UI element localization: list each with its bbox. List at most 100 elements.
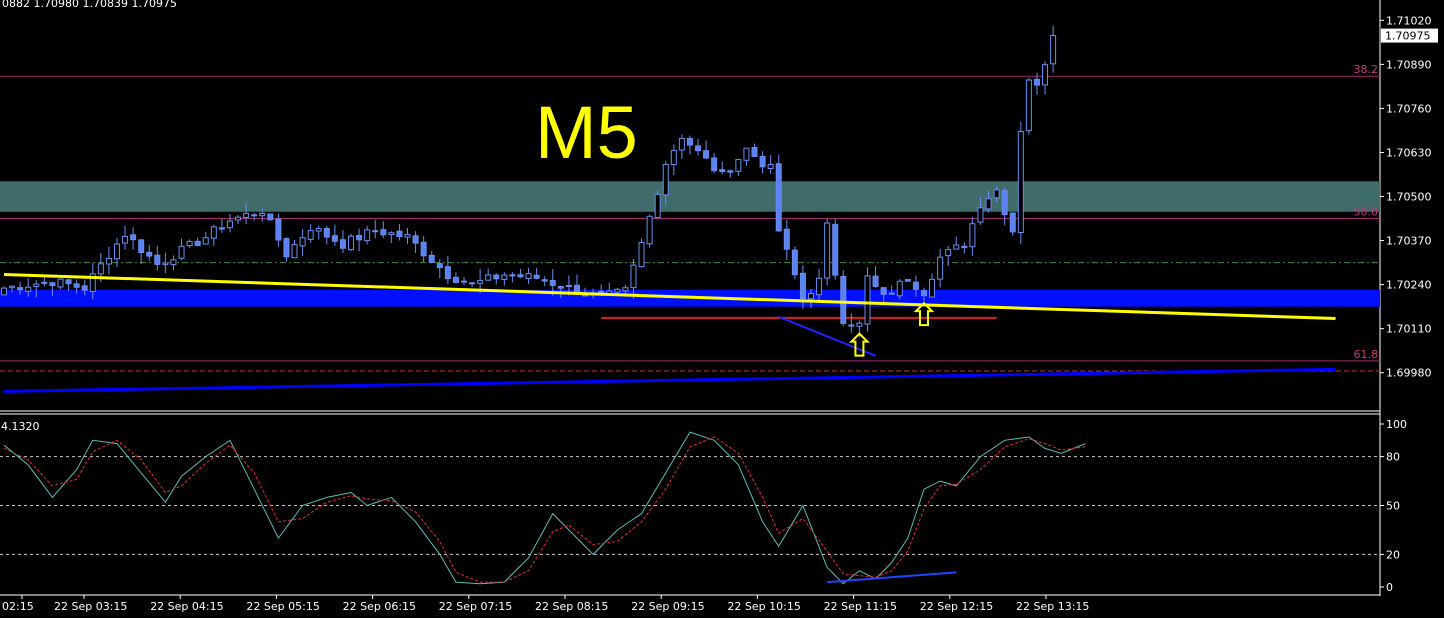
candle-body [436, 263, 443, 269]
candle-body [299, 237, 306, 247]
candle-body [1001, 190, 1008, 216]
time-tick-label: 22 Sep 03:15 [54, 600, 127, 613]
candle-body [162, 262, 169, 266]
candle-body [1042, 64, 1049, 86]
candle-body [452, 276, 459, 283]
indicator-layer [0, 431, 1380, 585]
candle-body [138, 239, 145, 254]
time-tick-label: 22 Sep 11:15 [824, 600, 897, 613]
candle-body [57, 278, 64, 288]
candle-body [743, 147, 750, 161]
indicator-tick-label: 80 [1386, 451, 1400, 464]
candle-body [695, 145, 702, 152]
candle-body [856, 322, 863, 327]
candle-body [307, 230, 314, 240]
candle-body [65, 279, 72, 285]
price-tick-label: 1.70240 [1386, 279, 1432, 292]
candle-body [105, 257, 112, 265]
price-tick-label: 1.71020 [1386, 14, 1432, 27]
candle-body [783, 228, 790, 250]
candle-body [533, 274, 540, 279]
candle-body [218, 227, 225, 230]
candle-body [283, 238, 290, 258]
candle-body [348, 235, 355, 251]
candle-body [646, 215, 653, 245]
candle-body [678, 137, 685, 151]
stochastic-signal-line [3, 436, 1086, 583]
candle-body [267, 213, 274, 221]
candle-body [444, 266, 451, 280]
candle-body [638, 242, 645, 268]
candle-body [170, 259, 177, 266]
candle-body [953, 244, 960, 250]
candle-body [1009, 212, 1016, 233]
candle-body [404, 234, 411, 238]
candle-body [186, 240, 193, 247]
candle-body [315, 227, 322, 232]
candle-body [622, 287, 629, 292]
price-tick-label: 1.70110 [1386, 323, 1432, 336]
time-tick-label: 22 Sep 10:15 [727, 600, 800, 613]
candle-body [477, 280, 484, 284]
candle-body [509, 274, 516, 277]
time-tick-label: 22 Sep 13:15 [1016, 600, 1089, 613]
candle-body [703, 150, 710, 159]
candle-body [9, 285, 16, 289]
time-tick-label: 22 Sep 09:15 [631, 600, 704, 613]
candle-body [1017, 131, 1024, 234]
candle-body [565, 285, 572, 288]
time-tick-label: 02:15 [2, 600, 34, 613]
chart-canvas[interactable]: 38.2 50.0 61.8 1.71020 1.70890 1.70760 1.7063… [0, 0, 1444, 618]
candle-body [872, 275, 879, 287]
indicator-trend-line [827, 571, 957, 584]
candle-body [428, 254, 435, 263]
timeframe-label: M5 [535, 91, 638, 174]
candle-body [25, 286, 32, 292]
candle-body [840, 276, 847, 324]
indicator-value-label: 4.1320 [1, 420, 40, 433]
candle-body [1025, 79, 1032, 132]
candle-body [719, 169, 726, 173]
candle-body [525, 273, 532, 279]
time-tick-label: 22 Sep 07:15 [439, 600, 512, 613]
trading-chart-window: 38.2 50.0 61.8 1.71020 1.70890 1.70760 1.7063… [0, 0, 1444, 618]
time-tick-label: 22 Sep 04:15 [150, 600, 223, 613]
candle-body [251, 214, 258, 217]
candle-body [178, 245, 185, 259]
price-tick-label: 1.70630 [1386, 146, 1432, 159]
candle-body [485, 274, 492, 281]
candle-body [557, 285, 564, 289]
candle-body [469, 282, 476, 285]
candle-body [662, 163, 669, 196]
candle-body [686, 138, 693, 146]
candle-body [460, 280, 467, 283]
candle-body [33, 283, 40, 287]
current-price-label: 1.70975 [1385, 30, 1431, 43]
candle-body [711, 157, 718, 172]
candle-body [501, 274, 508, 280]
candle-body [985, 198, 992, 210]
candle-body [864, 275, 871, 325]
candle-body [49, 282, 56, 287]
candle-body [832, 223, 839, 276]
candle-body [81, 285, 88, 291]
candle-body [323, 228, 330, 238]
candle-body [364, 229, 371, 242]
candle-body [727, 170, 734, 173]
candle-body [380, 229, 387, 236]
candle-body [154, 254, 161, 265]
candle-body [331, 235, 338, 242]
price-tick-label: 1.70760 [1386, 102, 1432, 115]
candle-body [937, 256, 944, 280]
indicator-tick-label: 50 [1386, 500, 1400, 513]
candle-body [146, 251, 153, 257]
candle-body [1033, 78, 1040, 86]
candle-body [235, 216, 242, 221]
price-tick-label: 1.70370 [1386, 235, 1432, 248]
candle-body [97, 263, 104, 275]
candle-body [751, 146, 758, 157]
price-tick-label: 1.69980 [1386, 367, 1432, 380]
candle-body [202, 237, 209, 245]
candle-body [243, 212, 250, 218]
candle-body [412, 235, 419, 244]
